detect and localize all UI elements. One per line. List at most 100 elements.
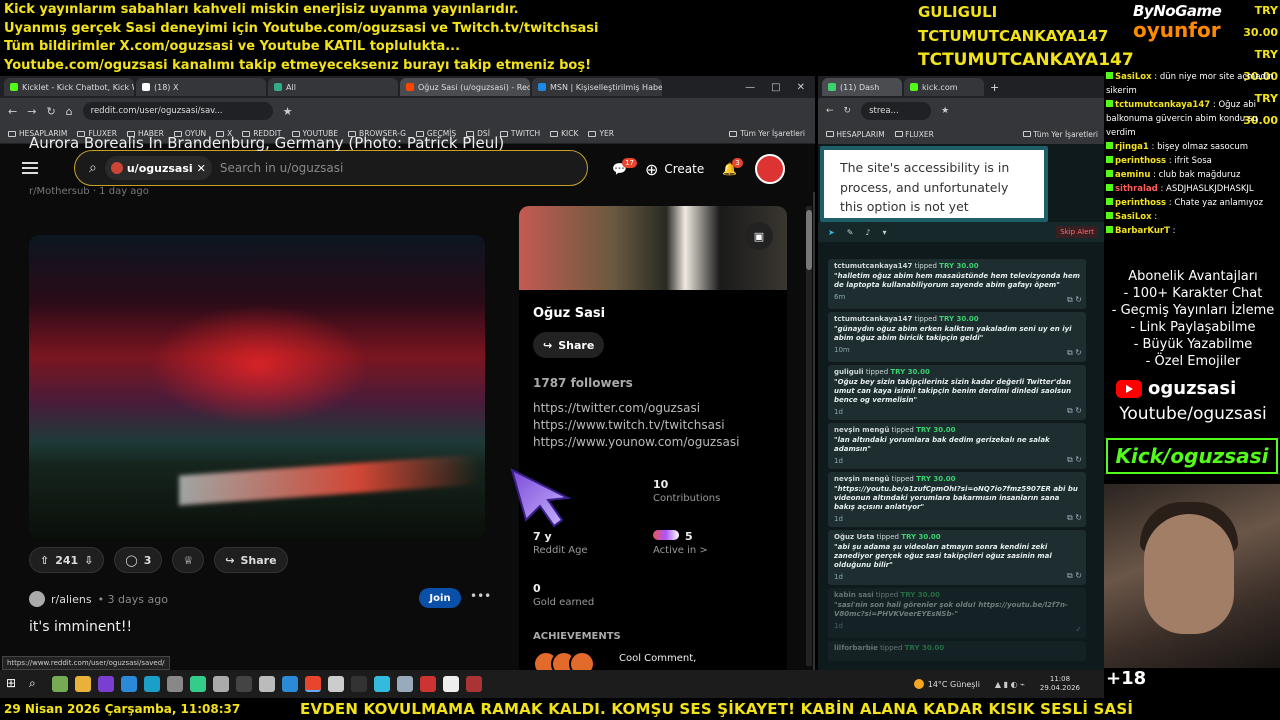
vote-button[interactable]: ⇧ 241 ⇩	[29, 547, 105, 573]
search-bar[interactable]: ⌕ u/oguzsasi ✕ Search in u/oguzsasi	[74, 150, 588, 186]
scrollbar[interactable]	[806, 206, 812, 666]
replay-icon[interactable]: ⧉ ↻	[1067, 571, 1082, 581]
post2-title[interactable]: it's imminent!!	[29, 619, 132, 635]
app-icon[interactable]	[282, 676, 298, 692]
weather-widget[interactable]: 14°C Güneşli	[913, 679, 980, 689]
browser-tab[interactable]: MSN | Kişiselleştirilmiş Haber...	[532, 78, 662, 96]
forward-icon[interactable]: →	[27, 105, 36, 118]
banner-line: Youtube.com/oguzsasi kanalımı takip etme…	[4, 57, 591, 73]
star-icon[interactable]: ★	[283, 105, 293, 118]
bookmark[interactable]: TWITCH	[499, 129, 540, 138]
replay-icon[interactable]: ⧉ ↻	[1067, 455, 1082, 465]
url-field[interactable]: reddit.com/user/oguzsasi/sav...	[82, 102, 273, 120]
speaker-icon[interactable]: ♪	[865, 228, 870, 237]
tip-item: nevşin mengü tipped TRY 30.00 "https://yo…	[828, 472, 1086, 527]
star-icon[interactable]: ★	[941, 106, 949, 116]
chat-message: perinthoss : ifrit Sosa	[1106, 154, 1280, 168]
bookmark-all[interactable]: Tüm Yer İşaretleri	[1022, 130, 1104, 139]
app-icon[interactable]	[213, 676, 229, 692]
filter-icon[interactable]: ▾	[883, 228, 887, 237]
profile-link[interactable]: https://www.twitch.tv/twitchsasi	[533, 417, 739, 434]
mail-icon[interactable]	[121, 676, 137, 692]
bookmark[interactable]: KICK	[550, 129, 578, 138]
replay-icon[interactable]: ⧉ ↻	[1067, 348, 1082, 358]
replay-icon[interactable]: ⧉ ↻	[1067, 406, 1082, 416]
url-field[interactable]: strea...	[861, 102, 932, 120]
profile-link[interactable]: https://twitter.com/oguzsasi	[533, 400, 739, 417]
comment-icon: ◯	[125, 553, 138, 567]
reload-icon[interactable]: ↻	[844, 106, 852, 116]
reload-icon[interactable]: ↻	[46, 105, 55, 118]
community-icons	[653, 530, 679, 540]
app-icon[interactable]	[259, 676, 275, 692]
maximize-icon[interactable]: □	[771, 82, 780, 93]
new-tab-icon[interactable]: +	[990, 81, 999, 94]
bookmark[interactable]: HESAPLARIM	[826, 130, 885, 139]
menu-icon[interactable]	[22, 162, 38, 174]
upvote-icon[interactable]: ⇧	[40, 554, 49, 567]
app-icon[interactable]	[466, 676, 482, 692]
profile-share-button[interactable]: ↪ Share	[533, 332, 605, 358]
browser-tab[interactable]: kick.com	[904, 78, 984, 96]
bookmark-all[interactable]: Tüm Yer İşaretleri	[729, 129, 815, 138]
send-icon[interactable]: ➤	[828, 228, 835, 237]
home-icon[interactable]: ⌂	[66, 105, 73, 118]
skip-alert-button[interactable]: Skip Alert	[1056, 226, 1098, 238]
close-icon[interactable]: ✕	[197, 162, 206, 175]
pin-icon[interactable]: ✎	[847, 228, 854, 237]
app-icon[interactable]	[236, 676, 252, 692]
app-icon[interactable]	[374, 676, 390, 692]
chatgpt-icon[interactable]	[443, 676, 459, 692]
camera-icon[interactable]	[167, 676, 183, 692]
vivaldi-icon[interactable]	[420, 676, 436, 692]
ticker-date: 29 Nisan 2026 Çarşamba, 11:08:37	[4, 702, 241, 716]
browser-tab[interactable]: (18) X	[136, 78, 266, 96]
notification-icon[interactable]: 🔔 3	[722, 158, 743, 176]
app-icon[interactable]	[397, 676, 413, 692]
share-button[interactable]: ↪ Share	[214, 547, 288, 573]
replay-icon[interactable]: ⧉ ↻	[1067, 295, 1082, 305]
minimize-icon[interactable]: —	[745, 82, 755, 93]
check-icon[interactable]: ✓	[1075, 625, 1082, 634]
folder-icon[interactable]	[75, 676, 91, 692]
profile-link[interactable]: https://www.younow.com/oguzsasi	[533, 434, 739, 451]
comments-button[interactable]: ◯ 3	[114, 547, 163, 573]
taskbar-clock[interactable]: 11:08 29.04.2026	[1040, 675, 1080, 693]
join-button[interactable]: Join	[419, 588, 461, 608]
close-icon[interactable]: ✕	[797, 82, 805, 93]
award-button[interactable]: ♕	[172, 547, 205, 573]
search-input[interactable]: Search in u/oguzsasi	[220, 161, 344, 175]
browser-tab-active[interactable]: (11) Dash	[822, 78, 902, 96]
tray-icons[interactable]: ▲ ▮ ◐ ⌁	[995, 680, 1025, 689]
browser-tab[interactable]: All	[268, 78, 398, 96]
scroll-thumb[interactable]	[806, 210, 812, 270]
bookmark[interactable]: YER	[588, 129, 614, 138]
replay-icon[interactable]: ⧉ ↻	[1067, 513, 1082, 523]
edit-banner-icon[interactable]: ▣	[745, 222, 773, 250]
browser-tab[interactable]: Kicklet - Kick Chatbot, Kick W...	[4, 78, 134, 96]
search-scope-chip[interactable]: u/oguzsasi ✕	[104, 156, 212, 180]
back-icon[interactable]: ←	[826, 106, 834, 116]
browser-tab-active[interactable]: Oğuz Sasi (u/oguzsasi) - Redd...	[400, 78, 530, 96]
bookmark[interactable]: FLUXER	[894, 130, 934, 139]
app-icon[interactable]	[328, 676, 344, 692]
app-icon[interactable]	[190, 676, 206, 692]
avatar[interactable]	[755, 154, 786, 184]
windows-start-icon[interactable]: ⊞	[6, 676, 22, 692]
create-button[interactable]: ⊕ Create	[645, 160, 704, 179]
post-title[interactable]: Aurora Borealis In Brandenburg, Germany …	[29, 134, 504, 152]
more-options-icon[interactable]: •••	[470, 589, 491, 603]
app-icon[interactable]	[52, 676, 68, 692]
chat-icon[interactable]: 💬 17	[612, 158, 637, 176]
back-icon[interactable]: ←	[8, 105, 17, 118]
chrome-icon[interactable]	[305, 676, 321, 692]
onenote-icon[interactable]	[98, 676, 114, 692]
search-icon[interactable]: ⌕	[29, 676, 45, 692]
subreddit-link[interactable]: r/aliens	[51, 593, 92, 606]
taskbar: ⊞ ⌕ 14°C Güneşli ▲ ▮ ◐ ⌁ 11:08 29.04.2026	[0, 670, 1104, 698]
active-in-stat[interactable]: 5 Active in >	[653, 530, 708, 556]
post-image[interactable]	[29, 235, 485, 539]
edge-icon[interactable]	[144, 676, 160, 692]
app-icon[interactable]	[351, 676, 367, 692]
downvote-icon[interactable]: ⇩	[84, 554, 93, 567]
